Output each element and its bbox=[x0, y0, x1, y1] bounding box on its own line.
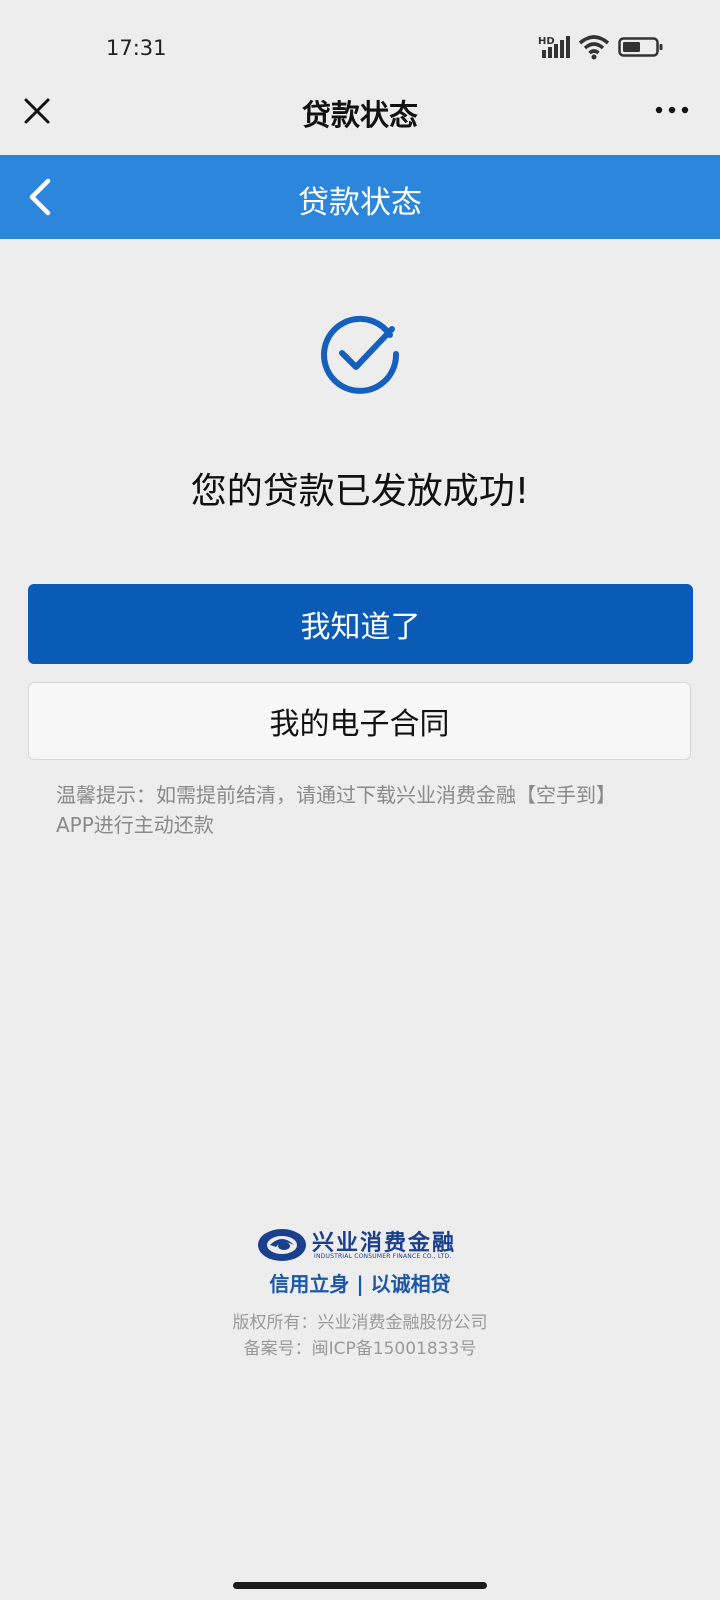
battery-icon bbox=[618, 37, 663, 57]
check-circle-icon bbox=[321, 315, 400, 394]
icp-text: 备案号：闽ICP备15001833号 bbox=[243, 1339, 477, 1359]
success-message: 您的贷款已发放成功! bbox=[190, 471, 530, 512]
home-indicator[interactable] bbox=[233, 1582, 487, 1589]
hd-signal-icon: HD bbox=[538, 36, 570, 58]
tip-line-2: APP进行主动还款 bbox=[56, 813, 214, 837]
wifi-icon bbox=[578, 35, 610, 60]
page-title: 贷款状态 bbox=[298, 185, 422, 221]
acknowledge-button[interactable]: 我知道了 bbox=[28, 584, 693, 664]
wechat-header: 贷款状态 bbox=[0, 72, 720, 152]
copyright-text: 版权所有：兴业消费金融股份公司 bbox=[232, 1313, 488, 1333]
logo-mark-icon bbox=[258, 1229, 306, 1261]
tip-text: 温馨提示：如需提前结清，请通过下载兴业消费金融【空手到】 APP进行主动还款 bbox=[56, 780, 666, 840]
page-nav-bar: 贷款状态 bbox=[0, 155, 720, 239]
footer-slogan: 信用立身 | 以诚相贷 bbox=[269, 1272, 451, 1296]
logo-en-name: INDUSTRIAL CONSUMER FINANCE CO., LTD. bbox=[314, 1253, 452, 1260]
footer-copyright: 版权所有：兴业消费金融股份公司 备案号：闽ICP备15001833号 bbox=[0, 1310, 720, 1362]
more-icon[interactable] bbox=[654, 100, 694, 120]
e-contract-button[interactable]: 我的电子合同 bbox=[28, 682, 691, 760]
svg-text:HD: HD bbox=[538, 36, 555, 47]
status-time: 17:31 bbox=[106, 36, 167, 60]
header-title: 贷款状态 bbox=[301, 98, 418, 132]
company-logo: 兴业消费金融 INDUSTRIAL CONSUMER FINANCE CO., … bbox=[256, 1225, 466, 1265]
tip-line-1: 温馨提示：如需提前结清，请通过下载兴业消费金融【空手到】 bbox=[56, 783, 616, 807]
